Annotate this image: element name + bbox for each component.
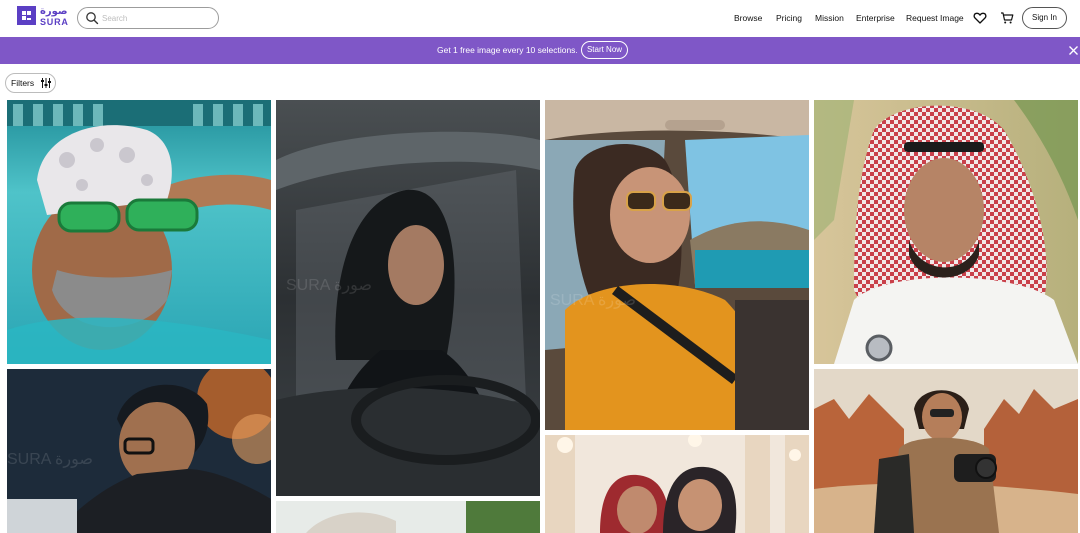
man-shemagh-image [814,100,1078,364]
photo-photographer-desert[interactable] [814,369,1078,533]
photographer-image [814,369,1078,533]
search-input[interactable] [102,10,212,26]
search-bar[interactable] [77,7,219,29]
sliders-icon [41,78,51,88]
nav-enterprise[interactable]: Enterprise [856,13,895,23]
search-icon [86,12,99,25]
photo-woman-car-hijab[interactable]: SURA صورة [276,100,540,496]
woman-car-image: SURA صورة [276,100,540,496]
logo-mark-icon [17,6,36,25]
cart-icon[interactable] [1000,11,1014,25]
two-women-image [545,435,809,533]
swimmer-image [7,100,271,364]
sign-in-button[interactable]: Sign In [1022,7,1067,29]
photo-man-workshop[interactable]: SURA صورة [7,369,271,533]
photo-swimmer-goggles[interactable] [7,100,271,364]
nav-pricing[interactable]: Pricing [776,13,802,23]
watermark-text: SURA صورة [7,451,93,468]
top-header: صورة SURA Browse Pricing Mission Enterpr… [0,0,1080,36]
photo-two-women-hijab[interactable] [545,435,809,533]
brand-logo[interactable]: صورة SURA [17,6,69,28]
watermark-text: SURA صورة [286,277,372,294]
start-now-button[interactable]: Start Now [581,41,628,59]
filters-label: Filters [11,78,35,88]
photo-man-shemagh[interactable] [814,100,1078,364]
partial-image [276,501,540,533]
logo-arabic-text: صورة [40,6,68,17]
promo-banner: Get 1 free image every 10 selections. St… [0,37,1080,64]
nav-mission[interactable]: Mission [815,13,844,23]
close-icon[interactable] [1068,45,1079,56]
promo-text: Get 1 free image every 10 selections. [437,45,578,55]
watermark-text: SURA صورة [550,292,636,309]
nav-request-image[interactable]: Request Image [906,13,964,23]
woman-driving-image: SURA صورة [545,100,809,430]
logo-name: SURA [40,17,69,27]
nav-browse[interactable]: Browse [734,13,762,23]
heart-icon[interactable] [973,11,987,25]
photo-bottom-partial[interactable] [276,501,540,533]
workshop-image: SURA صورة [7,369,271,533]
photo-woman-driving-sunglasses[interactable]: SURA صورة [545,100,809,430]
filters-button[interactable]: Filters [5,73,56,93]
